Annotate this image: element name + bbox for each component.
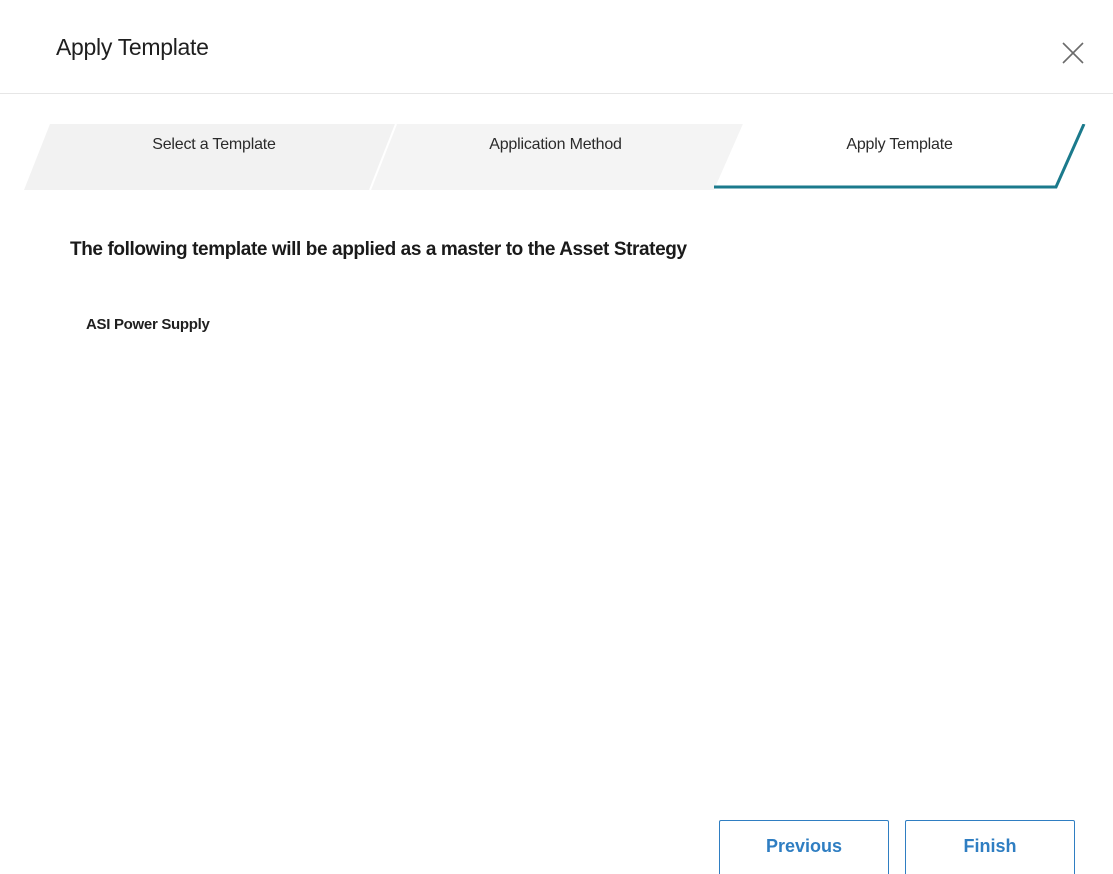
step-application-method[interactable]: Application Method bbox=[368, 136, 743, 154]
dialog-header: Apply Template bbox=[0, 0, 1113, 94]
template-name: ASI Power Supply bbox=[86, 316, 210, 333]
wizard-steps bbox=[0, 124, 1113, 190]
close-icon[interactable] bbox=[1058, 38, 1088, 68]
step-select-template-shape bbox=[24, 124, 396, 190]
step-apply-template-shape bbox=[714, 124, 1084, 190]
apply-message: The following template will be applied a… bbox=[70, 239, 687, 260]
dialog-title: Apply Template bbox=[56, 34, 209, 60]
apply-template-dialog: Apply Template Select a Template Applica… bbox=[0, 0, 1113, 874]
step-apply-template[interactable]: Apply Template bbox=[712, 136, 1087, 154]
previous-button[interactable]: Previous bbox=[719, 820, 889, 874]
step-select-template[interactable]: Select a Template bbox=[24, 136, 404, 154]
step-application-method-shape bbox=[370, 124, 743, 190]
finish-button[interactable]: Finish bbox=[905, 820, 1075, 874]
